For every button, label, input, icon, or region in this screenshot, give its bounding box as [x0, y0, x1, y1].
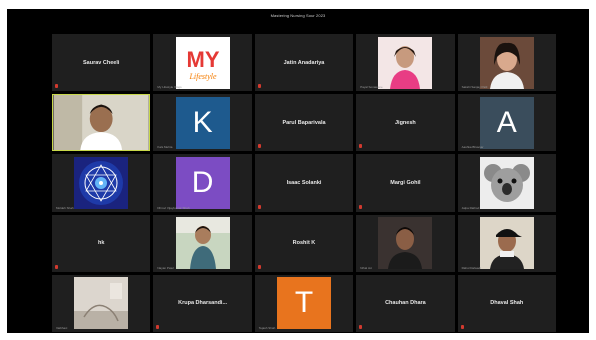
mic-muted-icon	[359, 204, 363, 209]
participant-tile[interactable]: Vaibhavi	[52, 274, 151, 332]
participant-caption: Nayan Patel	[157, 265, 174, 270]
participant-caption: Aashka Bhavsar	[461, 145, 484, 150]
avatar-initial: A	[479, 96, 534, 149]
participant-name: Dhaval Shah	[490, 300, 524, 307]
profile-photo	[479, 36, 534, 89]
participant-caption: Sakshi Sanjay Patil	[461, 85, 488, 90]
participant-tile[interactable]: MY Lifestyle My Lifestyle Vlogs	[153, 34, 252, 92]
participant-tile[interactable]: Roshit K	[254, 214, 354, 272]
participant-tile[interactable]: Jalpa Rathod	[457, 154, 556, 212]
mic-muted-icon	[257, 204, 261, 209]
participant-name: Saurav Cheeli	[83, 59, 120, 66]
participant-tile[interactable]: Krupa Dharsandi...	[153, 274, 252, 332]
video-feed	[53, 95, 149, 151]
profile-photo	[479, 156, 534, 209]
profile-photo	[74, 156, 129, 209]
participant-name: Roshit K	[292, 240, 316, 247]
participant-caption: My Lifestyle Vlogs	[157, 85, 182, 90]
participant-tile[interactable]: Rahul Dalwadi	[457, 214, 556, 272]
profile-photo	[378, 36, 433, 89]
avatar-initial: D	[175, 156, 230, 209]
participant-name: Chauhan Dhara	[385, 300, 426, 307]
participant-tile[interactable]: Jatin Anadariya	[254, 34, 354, 92]
mic-muted-icon	[55, 84, 58, 89]
participant-name: Isaac Solanki	[286, 179, 322, 186]
participant-tile[interactable]: Chauhan Dhara	[356, 274, 455, 332]
svg-text:MY: MY	[186, 47, 219, 72]
participant-name: hk	[97, 240, 105, 247]
participant-caption: Kals Mehta	[157, 145, 173, 150]
mic-muted-icon	[257, 144, 261, 149]
participant-tile[interactable]: K Kals Mehta	[153, 94, 252, 152]
mic-muted-icon	[257, 264, 261, 269]
participant-tile[interactable]: Nayan Patel	[153, 214, 252, 272]
mic-muted-icon	[460, 325, 464, 329]
participant-tile[interactable]	[52, 94, 151, 152]
participant-caption: Vaibhavi	[56, 326, 68, 330]
participant-name: Jignesh	[394, 119, 416, 126]
participant-name: Krupa Dharsandi...	[178, 300, 228, 307]
participant-tile[interactable]: Margi Gohil	[356, 154, 455, 212]
mic-muted-icon	[359, 144, 363, 149]
participant-tile[interactable]: hk	[52, 214, 151, 272]
participant-caption: Moldeh Shah	[56, 205, 74, 210]
participant-name: Margi Gohil	[390, 179, 421, 186]
participant-name: Jatin Anadariya	[283, 59, 325, 66]
participant-caption: Rahul Dalwadi	[461, 265, 481, 270]
participant-caption: Payal Sonawane	[360, 85, 383, 90]
participant-caption: Dhruvi Vijaykumar Shah	[157, 205, 190, 210]
meeting-window: Mastering Nursing Sour 2023 Saurav Cheel…	[7, 9, 589, 333]
mic-muted-icon	[257, 84, 261, 89]
channel-logo-image: MY Lifestyle	[175, 36, 230, 89]
mic-muted-icon	[359, 325, 363, 329]
participant-tile[interactable]: Isaac Solanki	[254, 154, 354, 212]
profile-photo	[74, 277, 129, 330]
participant-tile[interactable]: Nihal Jot	[356, 214, 455, 272]
participant-tile[interactable]: Payal Sonawane	[356, 34, 455, 92]
participant-tile[interactable]: Moldeh Shah	[52, 154, 151, 212]
participant-tile[interactable]: A Aashka Bhavsar	[457, 94, 556, 152]
gallery-grid: Saurav Cheeli MY Lifestyle My Lifestyle Vlo…	[52, 34, 556, 332]
participant-caption: Tejash Shah	[258, 326, 276, 330]
avatar-initial: T	[276, 277, 331, 330]
participant-tile[interactable]: Jignesh	[356, 94, 455, 152]
participant-tile[interactable]: Sakshi Sanjay Patil	[457, 34, 556, 92]
profile-photo	[175, 217, 230, 270]
mic-muted-icon	[55, 264, 58, 269]
participant-tile[interactable]: Saurav Cheeli	[52, 34, 151, 92]
profile-photo	[378, 217, 433, 270]
participant-tile[interactable]: T Tejash Shah	[254, 274, 354, 332]
participant-name: Parul Baparivala	[282, 119, 326, 126]
avatar-initial: K	[175, 96, 230, 149]
svg-text:Lifestyle: Lifestyle	[188, 72, 217, 81]
participant-tile[interactable]: Parul Baparivala	[254, 94, 354, 152]
participant-tile[interactable]: D Dhruvi Vijaykumar Shah	[153, 154, 252, 212]
profile-photo	[479, 217, 534, 270]
window-title: Mastering Nursing Sour 2023	[270, 13, 326, 18]
mic-muted-icon	[156, 325, 160, 329]
participant-tile[interactable]: Dhaval Shah	[457, 274, 556, 332]
participant-caption: Jalpa Rathod	[461, 205, 480, 210]
participant-caption: Nihal Jot	[360, 265, 372, 270]
